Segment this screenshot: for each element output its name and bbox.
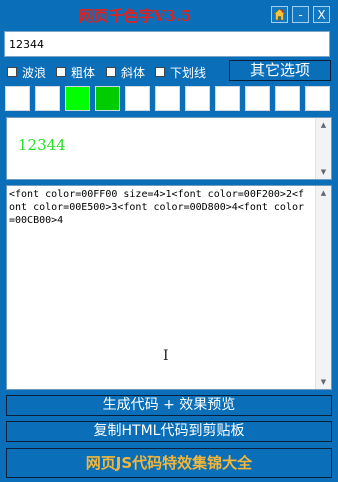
italic-label: 斜体	[121, 65, 146, 80]
color-swatch[interactable]	[245, 86, 270, 111]
js-collection-button[interactable]: 网页JS代码特效集锦大全	[6, 448, 332, 478]
scroll-down-arrow-icon[interactable]: ▼	[316, 168, 331, 176]
option-italic[interactable]: 斜体	[106, 64, 145, 80]
home-icon	[273, 8, 286, 21]
underline-checkbox[interactable]	[155, 67, 165, 77]
color-swatch[interactable]	[125, 86, 150, 111]
title-bar: 网页千色字V3.5 - X	[0, 0, 338, 30]
code-text[interactable]: <font color=00FF00 size=4>1<font color=0…	[9, 188, 309, 227]
copy-html-button[interactable]: 复制HTML代码到剪贴板	[6, 421, 332, 442]
color-swatch[interactable]	[35, 86, 60, 111]
bold-label: 粗体	[71, 65, 96, 80]
preview-text: 12344	[18, 136, 66, 154]
option-wave[interactable]: 波浪	[7, 64, 46, 80]
code-output[interactable]: <font color=00FF00 size=4>1<font color=0…	[6, 185, 332, 390]
color-swatch[interactable]	[95, 86, 120, 111]
generate-button[interactable]: 生成代码 + 效果预览	[6, 395, 332, 416]
color-swatches	[5, 86, 335, 111]
color-swatch[interactable]	[5, 86, 30, 111]
option-underline[interactable]: 下划线	[155, 64, 206, 80]
preview-scrollbar[interactable]: ▲ ▼	[315, 118, 331, 179]
text-cursor-icon: I	[163, 348, 169, 364]
window-title: 网页千色字V3.5	[78, 7, 192, 25]
italic-checkbox[interactable]	[106, 67, 116, 77]
color-swatch[interactable]	[65, 86, 90, 111]
color-swatch[interactable]	[215, 86, 240, 111]
wave-checkbox[interactable]	[7, 67, 17, 77]
text-input[interactable]	[4, 31, 330, 57]
wave-label: 波浪	[22, 65, 47, 80]
scroll-up-arrow-icon[interactable]: ▲	[316, 189, 331, 197]
close-button[interactable]: X	[313, 6, 330, 23]
option-bold[interactable]: 粗体	[56, 64, 95, 80]
underline-label: 下划线	[170, 65, 207, 80]
home-button[interactable]	[271, 6, 288, 23]
code-scrollbar[interactable]: ▲ ▼	[315, 186, 331, 389]
color-swatch[interactable]	[275, 86, 300, 111]
color-swatch[interactable]	[305, 86, 330, 111]
scroll-down-arrow-icon[interactable]: ▼	[316, 378, 331, 386]
bold-checkbox[interactable]	[56, 67, 66, 77]
other-options-button[interactable]: 其它选项	[229, 60, 331, 81]
scroll-up-arrow-icon[interactable]: ▲	[316, 121, 331, 129]
minimize-button[interactable]: -	[292, 6, 309, 23]
color-swatch[interactable]	[185, 86, 210, 111]
color-swatch[interactable]	[155, 86, 180, 111]
preview-box: 12344 ▲ ▼	[6, 117, 332, 180]
